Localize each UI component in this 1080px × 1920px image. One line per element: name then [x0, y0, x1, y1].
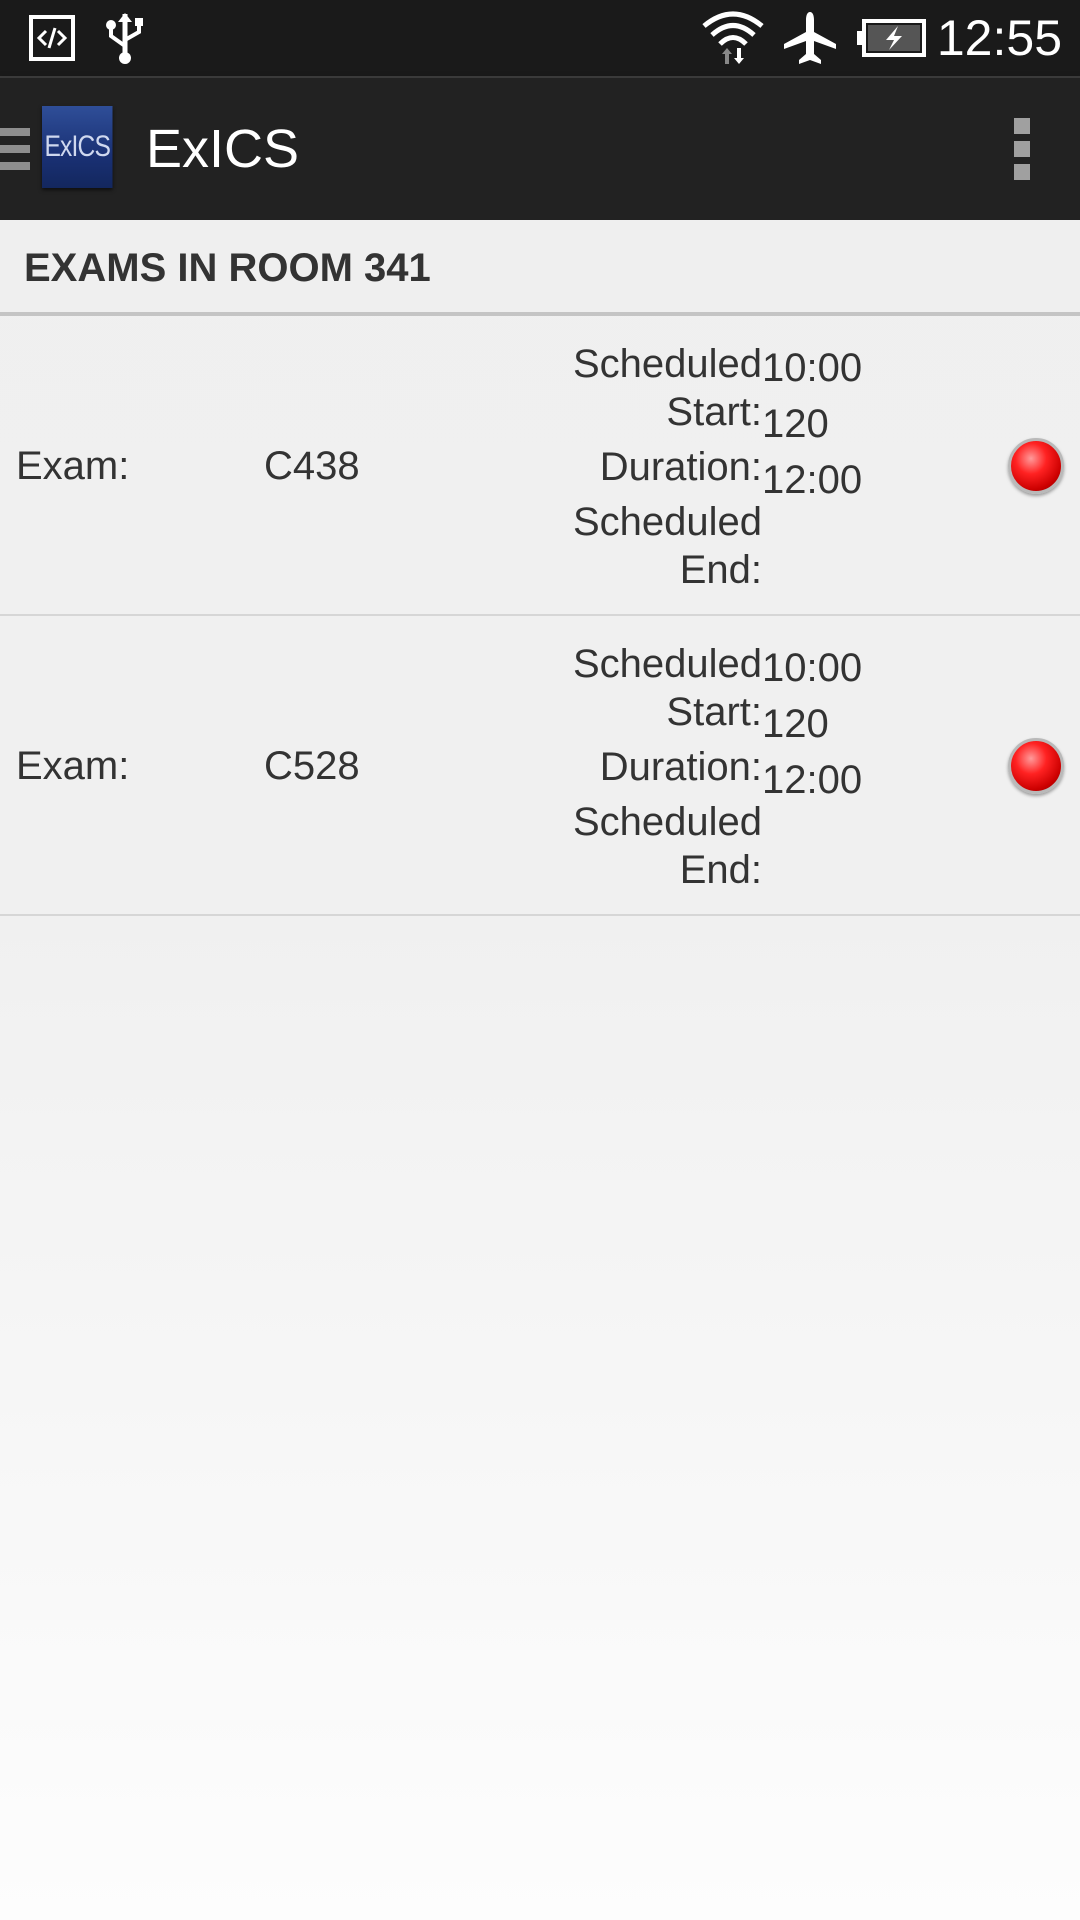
scheduled-start-label-line2: Start: [666, 690, 762, 734]
detail-values: 10:00 120 12:00 [762, 340, 862, 508]
detail-value-2: 120 [762, 702, 829, 746]
scheduled-end-label-line2: End: [679, 548, 762, 592]
action-bar: ExICS ExICS [0, 76, 1080, 220]
list-item[interactable]: Exam: C438 Scheduled Start: Duration: Sc… [0, 316, 1080, 616]
exam-label: Exam: [16, 744, 130, 788]
status-bar: 12:55 [0, 0, 1080, 76]
usb-icon [102, 12, 148, 64]
detail-value-3: 12:00 [762, 758, 863, 802]
duration-label: Duration: [599, 745, 762, 789]
status-time: 12:55 [936, 10, 1062, 66]
detail-value-3: 12:00 [762, 458, 863, 502]
exam-code: C438 [264, 444, 360, 488]
scheduled-end-label-line2: End: [679, 848, 762, 892]
scheduled-start-label-line2: Start: [666, 390, 762, 434]
exam-code: C528 [264, 744, 360, 788]
exam-list: Exam: C438 Scheduled Start: Duration: Sc… [0, 316, 1080, 916]
section-title: EXAMS IN ROOM 341 [24, 246, 431, 290]
overflow-menu-icon[interactable] [1012, 118, 1032, 180]
scheduled-end-label-line1: Scheduled [572, 500, 762, 544]
detail-value-2: 120 [762, 402, 829, 446]
scheduled-end-label-line1: Scheduled [572, 800, 762, 844]
scheduled-start-label-line1: Scheduled [572, 342, 762, 386]
scheduled-start-label-line1: Scheduled [572, 642, 762, 686]
airplane-icon [782, 12, 838, 64]
exam-label: Exam: [16, 444, 130, 488]
section-header: EXAMS IN ROOM 341 [0, 220, 1080, 316]
list-item[interactable]: Exam: C528 Scheduled Start: Duration: Sc… [0, 616, 1080, 916]
app-logo[interactable]: ExICS [42, 106, 113, 188]
developer-mode-icon [28, 12, 78, 64]
status-indicator-icon [1008, 738, 1064, 794]
duration-label: Duration: [599, 445, 762, 489]
status-indicator-icon [1008, 438, 1064, 494]
detail-values: 10:00 120 12:00 [762, 640, 862, 808]
detail-value-1: 10:00 [762, 646, 863, 690]
app-title: ExICS [146, 119, 300, 179]
detail-value-1: 10:00 [762, 346, 863, 390]
battery-charging-icon [856, 12, 928, 64]
detail-labels: Scheduled Start: Duration: Scheduled End… [542, 340, 762, 594]
detail-labels: Scheduled Start: Duration: Scheduled End… [542, 640, 762, 894]
wifi-icon [700, 11, 766, 64]
navigation-drawer-icon[interactable] [0, 128, 30, 170]
